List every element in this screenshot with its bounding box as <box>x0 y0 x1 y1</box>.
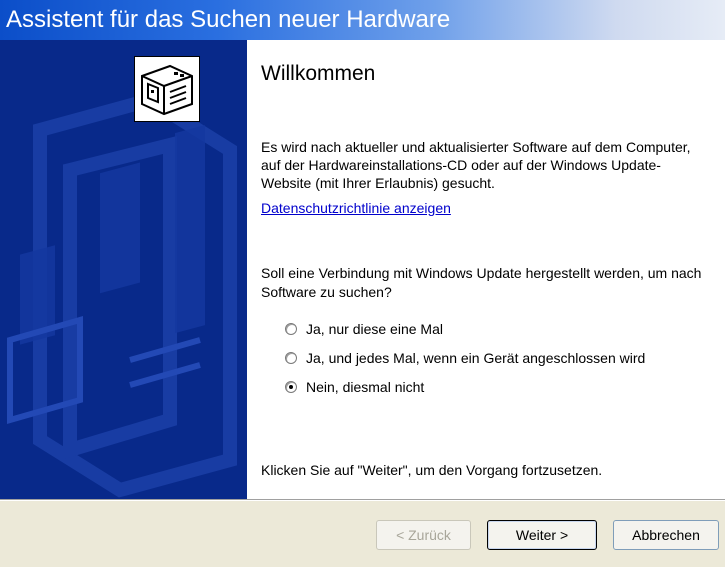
title-bar[interactable]: Assistent für das Suchen neuer Hardware <box>0 0 725 40</box>
radio-button[interactable] <box>285 381 297 393</box>
intro-paragraph: Es wird nach aktueller und aktualisierte… <box>261 139 691 191</box>
page-title: Willkommen <box>261 62 376 85</box>
radio-option-always[interactable]: Ja, und jedes Mal, wenn ein Gerät angesc… <box>285 348 645 368</box>
side-panel-graphic <box>7 92 237 498</box>
radio-option-not-now[interactable]: Nein, diesmal nicht <box>285 377 424 397</box>
radio-button[interactable] <box>285 352 297 364</box>
radio-option-once[interactable]: Ja, nur diese eine Mal <box>285 319 443 339</box>
button-bar: < Zurück Weiter > Abbrechen <box>0 501 725 567</box>
back-button[interactable]: < Zurück <box>376 520 471 550</box>
privacy-policy-link[interactable]: Datenschutzrichtlinie anzeigen <box>261 200 451 216</box>
hardware-card-icon <box>134 56 200 122</box>
continue-hint: Klicken Sie auf "Weiter", um den Vorgang… <box>261 462 603 478</box>
wizard-content: Willkommen Es wird nach aktueller und ak… <box>247 40 725 499</box>
window-title: Assistent für das Suchen neuer Hardware <box>6 6 451 33</box>
update-question: Soll eine Verbindung mit Windows Update … <box>261 265 702 300</box>
radio-label: Ja, und jedes Mal, wenn ein Gerät angesc… <box>306 350 646 366</box>
next-button[interactable]: Weiter > <box>487 520 597 550</box>
radio-label: Ja, nur diese eine Mal <box>306 321 443 337</box>
cancel-button[interactable]: Abbrechen <box>613 520 719 550</box>
wizard-side-panel <box>0 40 247 499</box>
radio-label: Nein, diesmal nicht <box>306 379 425 395</box>
radio-button[interactable] <box>285 323 297 335</box>
